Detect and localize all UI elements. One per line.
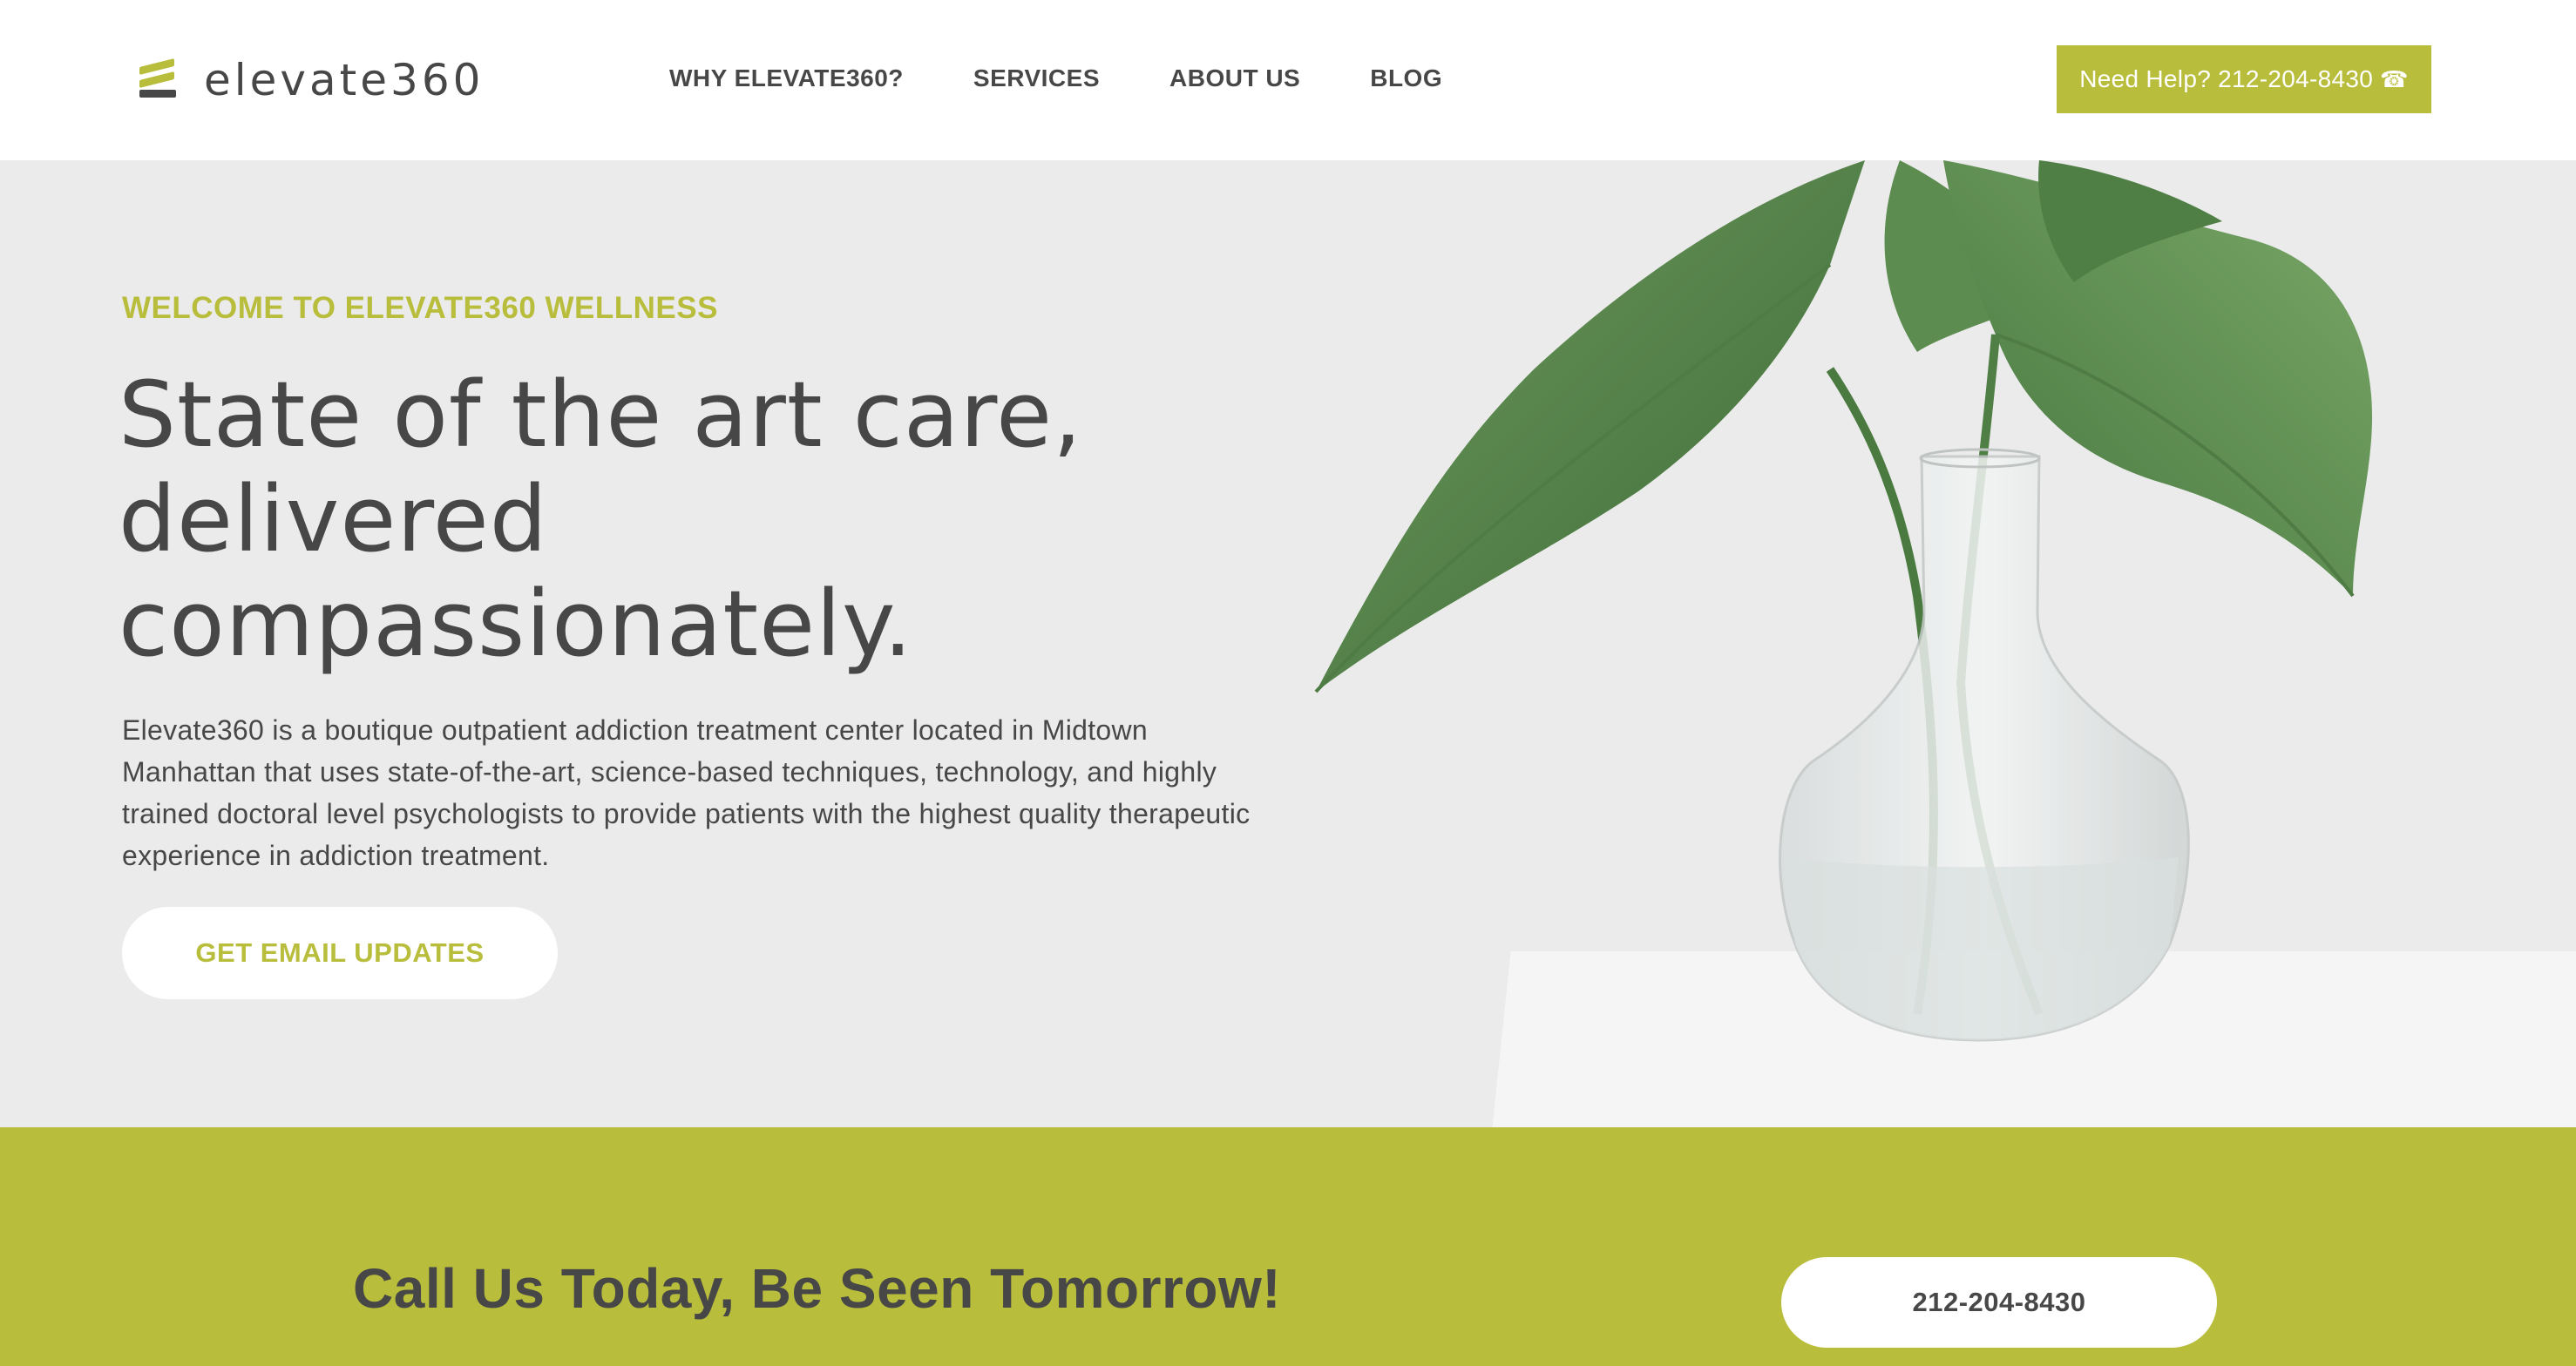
headline-line: delivered [119, 466, 548, 572]
hero-eyebrow: WELCOME TO ELEVATE360 WELLNESS [122, 291, 718, 325]
hero-headline: State of the art care, delivered compass… [119, 362, 1164, 676]
site-header: elevate360 WHY ELEVATE360? SERVICES ABOU… [0, 0, 2576, 160]
plant-vase-image [1314, 160, 2373, 1042]
logo-text: elevate360 [204, 55, 485, 105]
nav-item-blog[interactable]: BLOG [1370, 61, 1442, 96]
hero-intro: Elevate360 is a boutique outpatient addi… [122, 714, 1251, 871]
hero-section: WELCOME TO ELEVATE360 WELLNESS State of … [0, 160, 2576, 1127]
main-nav: WHY ELEVATE360? SERVICES ABOUT US BLOG [669, 61, 1442, 96]
need-help-label: Need Help? 212-204-8430 [2079, 65, 2374, 92]
call-us-band: Call Us Today, Be Seen Tomorrow! 212-204… [0, 1127, 2576, 1366]
nav-item-about-us[interactable]: ABOUT US [1169, 61, 1300, 96]
nav-item-why-elevate360[interactable]: WHY ELEVATE360? [669, 61, 904, 96]
nav-item-services[interactable]: SERVICES [973, 61, 1100, 96]
call-us-title: Call Us Today, Be Seen Tomorrow! [353, 1257, 1282, 1320]
logo-mark-icon [139, 58, 178, 99]
headline-line: State of the art care, [119, 362, 1083, 468]
headline-line: compassionately. [119, 571, 913, 677]
logo[interactable]: elevate360 [139, 56, 484, 105]
need-help-button[interactable]: Need Help? 212-204-8430 ☎ [2057, 45, 2431, 113]
get-email-updates-button[interactable]: GET EMAIL UPDATES [122, 907, 558, 999]
phone-icon: ☎ [2380, 65, 2409, 92]
phone-number-button[interactable]: 212-204-8430 [1781, 1257, 2217, 1348]
